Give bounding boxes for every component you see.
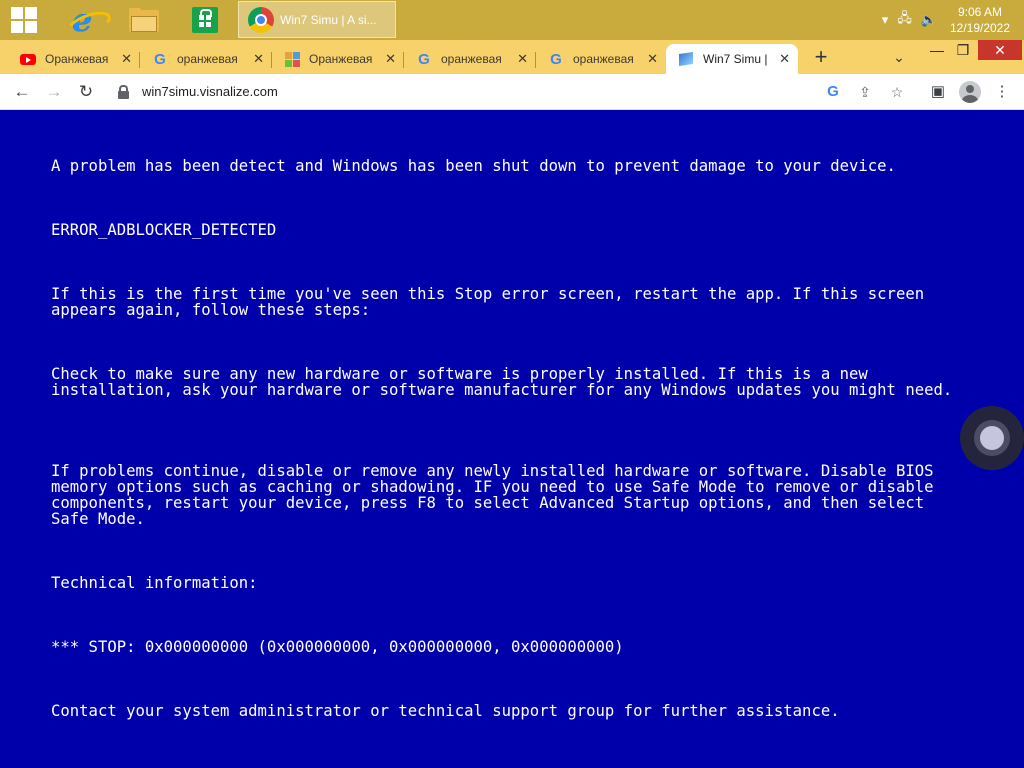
store-icon[interactable] bbox=[181, 0, 229, 40]
close-icon[interactable]: ✕ bbox=[779, 51, 790, 67]
back-arrow-icon[interactable]: ← bbox=[8, 78, 36, 106]
forward-arrow-icon[interactable]: → bbox=[40, 78, 68, 106]
url-text[interactable]: win7simu.visnalize.com bbox=[142, 84, 278, 99]
restore-button[interactable]: ❐ bbox=[948, 40, 978, 60]
google-translate-icon[interactable]: G bbox=[822, 81, 844, 103]
windows-start-icon[interactable] bbox=[0, 0, 48, 40]
tab-youtube[interactable]: Оранжевая ✕ bbox=[8, 44, 140, 74]
internet-explorer-icon[interactable]: e bbox=[58, 0, 114, 42]
clock[interactable]: 9:06 AM 12/19/2022 bbox=[946, 4, 1014, 36]
close-icon[interactable]: ✕ bbox=[517, 51, 528, 67]
profile-avatar-icon[interactable] bbox=[956, 78, 984, 106]
side-panel-icon[interactable]: ▣ bbox=[924, 78, 952, 106]
bsod-paragraph-problems-continue: If problems continue, disable or remove … bbox=[51, 462, 943, 528]
tab-images[interactable]: Оранжевая ✕ bbox=[272, 44, 404, 74]
clock-date: 12/19/2022 bbox=[949, 21, 1011, 35]
close-window-button[interactable]: ✕ bbox=[978, 40, 1022, 60]
chevron-up-icon[interactable]: ▾ bbox=[882, 12, 889, 28]
tab-label: Оранжевая bbox=[45, 52, 109, 66]
assistive-touch-button[interactable] bbox=[960, 406, 1024, 470]
taskbar-chrome-window[interactable]: Win7 Simu | A si... bbox=[238, 1, 396, 38]
tab-google-1[interactable]: G оранжевая ✕ bbox=[140, 44, 272, 74]
bsod-intro: A problem has been detect and Windows ha… bbox=[51, 157, 896, 175]
tab-label: оранжевая bbox=[573, 52, 634, 66]
menu-kebab-icon[interactable]: ⋮ bbox=[988, 78, 1016, 106]
clock-time: 9:06 AM bbox=[957, 5, 1003, 19]
share-icon[interactable]: ⇪ bbox=[854, 81, 876, 103]
tab-win7simu[interactable]: Win7 Simu | ✕ bbox=[666, 44, 798, 74]
tab-strip: Оранжевая ✕ G оранжевая ✕ Оранжевая ✕ G … bbox=[0, 40, 1024, 74]
new-tab-button[interactable]: + bbox=[808, 44, 834, 70]
system-tray: ▾ 🖧 🔈 9:06 AM 12/19/2022 bbox=[882, 0, 1024, 40]
bsod-error-code: ERROR_ADBLOCKER_DETECTED bbox=[51, 221, 277, 239]
bsod-stop-code: *** STOP: 0x000000000 (0x000000000, 0x00… bbox=[51, 638, 624, 656]
network-icon[interactable]: 🖧 bbox=[897, 9, 912, 31]
youtube-icon bbox=[20, 51, 36, 67]
bsod-contact: Contact your system administrator or tec… bbox=[51, 702, 840, 720]
tab-label: оранжевая bbox=[441, 52, 502, 66]
bookmark-star-icon[interactable]: ☆ bbox=[886, 81, 908, 103]
tab-google-3[interactable]: G оранжевая ✕ bbox=[536, 44, 666, 74]
close-icon[interactable]: ✕ bbox=[647, 51, 658, 67]
tab-google-2[interactable]: G оранжевая ✕ bbox=[404, 44, 536, 74]
tab-label: Win7 Simu | bbox=[703, 52, 768, 66]
win7-icon bbox=[678, 51, 694, 67]
tab-search-chevron-icon[interactable]: ⌄ bbox=[886, 44, 912, 70]
lock-icon[interactable] bbox=[118, 85, 129, 99]
google-icon: G bbox=[550, 50, 562, 68]
address-bar[interactable]: win7simu.visnalize.com G ⇪ ☆ bbox=[106, 77, 918, 107]
reload-icon[interactable]: ↻ bbox=[72, 78, 100, 106]
google-icon: G bbox=[418, 50, 430, 68]
bsod-tech-heading: Technical information: bbox=[51, 574, 258, 592]
close-icon[interactable]: ✕ bbox=[385, 51, 396, 67]
chrome-icon bbox=[248, 6, 274, 33]
close-icon[interactable]: ✕ bbox=[121, 51, 132, 67]
google-icon: G bbox=[154, 50, 166, 68]
close-icon[interactable]: ✕ bbox=[253, 51, 264, 67]
multicolor-icon bbox=[284, 51, 300, 67]
taskbar-window-title: Win7 Simu | A si... bbox=[280, 12, 377, 27]
bsod-paragraph-check-hardware: Check to make sure any new hardware or s… bbox=[51, 365, 953, 399]
taskbar: e Win7 Simu | A si... ▾ 🖧 🔈 9:06 AM 12/1… bbox=[0, 0, 1024, 42]
tab-label: Оранжевая bbox=[309, 52, 373, 66]
browser-toolbar: ← → ↻ win7simu.visnalize.com G ⇪ ☆ ▣ ⋮ bbox=[0, 74, 1024, 110]
bsod-screen: A problem has been detect and Windows ha… bbox=[0, 110, 1024, 768]
file-explorer-icon[interactable] bbox=[120, 0, 168, 40]
volume-icon[interactable]: 🔈 bbox=[921, 12, 937, 28]
tab-label: оранжевая bbox=[177, 52, 238, 66]
bsod-paragraph-first-time: If this is the first time you've seen th… bbox=[51, 285, 934, 319]
